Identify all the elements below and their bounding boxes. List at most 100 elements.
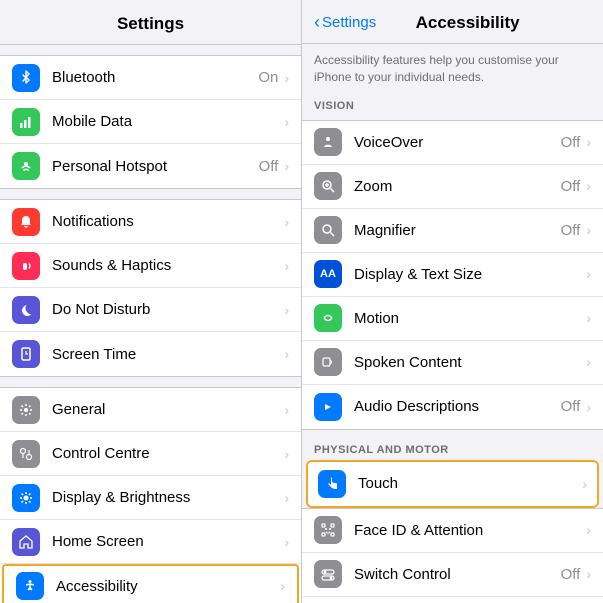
screen-time-label: Screen Time: [52, 346, 284, 363]
zoom-row[interactable]: Zoom Off ›: [302, 165, 603, 209]
right-panel-title: Accessibility: [384, 13, 551, 33]
screen-time-icon: [12, 340, 40, 368]
mobile-data-label: Mobile Data: [52, 113, 284, 130]
audio-descriptions-row[interactable]: Audio Descriptions Off ›: [302, 385, 603, 429]
voiceover-value: Off: [561, 134, 581, 151]
screen-time-row[interactable]: Screen Time ›: [0, 332, 301, 376]
do-not-disturb-icon: [12, 296, 40, 324]
accessibility-row[interactable]: Accessibility ›: [2, 564, 299, 603]
motion-row[interactable]: Motion ›: [302, 297, 603, 341]
display-text-size-icon: AA: [314, 260, 342, 288]
sounds-haptics-row[interactable]: Sounds & Haptics ›: [0, 244, 301, 288]
notifications-label: Notifications: [52, 213, 284, 230]
vision-group: VoiceOver Off › Zoom Off ›: [302, 120, 603, 430]
notifications-group: Notifications › Sounds & Haptics › Do No…: [0, 199, 301, 377]
touch-icon: [318, 470, 346, 498]
mobile-data-row[interactable]: Mobile Data ›: [0, 100, 301, 144]
sounds-haptics-icon: [12, 252, 40, 280]
switch-control-chevron: ›: [586, 566, 591, 582]
back-chevron-icon: ‹: [314, 12, 320, 33]
audio-descriptions-value: Off: [561, 398, 581, 415]
magnifier-row[interactable]: Magnifier Off ›: [302, 209, 603, 253]
sounds-haptics-label: Sounds & Haptics: [52, 257, 284, 274]
switch-control-label: Switch Control: [354, 566, 561, 583]
magnifier-label: Magnifier: [354, 222, 561, 239]
personal-hotspot-chevron: ›: [284, 158, 289, 174]
general-row[interactable]: General ›: [0, 388, 301, 432]
screen-time-chevron: ›: [284, 346, 289, 362]
general-chevron: ›: [284, 402, 289, 418]
connectivity-group: Bluetooth On › Mobile Data ›: [0, 55, 301, 189]
sounds-haptics-chevron: ›: [284, 258, 289, 274]
personal-hotspot-icon: [12, 152, 40, 180]
zoom-value: Off: [561, 178, 581, 195]
spoken-content-label: Spoken Content: [354, 354, 586, 371]
bluetooth-value: On: [258, 69, 278, 86]
voiceover-chevron: ›: [586, 134, 591, 150]
accessibility-label: Accessibility: [56, 578, 280, 595]
voiceover-label: VoiceOver: [354, 134, 561, 151]
accessibility-icon: [16, 572, 44, 600]
audio-descriptions-label: Audio Descriptions: [354, 398, 561, 415]
control-centre-row[interactable]: Control Centre ›: [0, 432, 301, 476]
personal-hotspot-value: Off: [259, 158, 279, 175]
notifications-row[interactable]: Notifications ›: [0, 200, 301, 244]
display-brightness-row[interactable]: Display & Brightness ›: [0, 476, 301, 520]
accessibility-description: Accessibility features help you customis…: [302, 44, 603, 94]
do-not-disturb-row[interactable]: Do Not Disturb ›: [0, 288, 301, 332]
face-id-attention-icon: [314, 516, 342, 544]
do-not-disturb-chevron: ›: [284, 302, 289, 318]
left-panel: Settings Bluetooth On › Mobile Data ›: [0, 0, 302, 603]
switch-control-value: Off: [561, 566, 581, 583]
right-header: ‹ Settings Accessibility: [302, 0, 603, 44]
display-brightness-chevron: ›: [284, 490, 289, 506]
spoken-content-chevron: ›: [586, 354, 591, 370]
home-screen-row[interactable]: Home Screen ›: [0, 520, 301, 564]
do-not-disturb-label: Do Not Disturb: [52, 301, 284, 318]
home-screen-chevron: ›: [284, 534, 289, 550]
touch-row-wrapper: Touch ›: [306, 460, 599, 508]
voiceover-icon: [314, 128, 342, 156]
face-id-attention-label: Face ID & Attention: [354, 522, 586, 539]
physical-motor-section: PHYSICAL AND MOTOR Touch ›: [302, 438, 603, 603]
personal-hotspot-row[interactable]: Personal Hotspot Off ›: [0, 144, 301, 188]
zoom-chevron: ›: [586, 178, 591, 194]
motion-label: Motion: [354, 310, 586, 327]
control-centre-chevron: ›: [284, 446, 289, 462]
zoom-icon: [314, 172, 342, 200]
bluetooth-icon: [12, 64, 40, 92]
voice-control-row[interactable]: Voice Control Off ›: [302, 597, 603, 603]
switch-control-row[interactable]: Switch Control Off ›: [302, 553, 603, 597]
back-button[interactable]: ‹ Settings: [314, 12, 376, 33]
physical-motor-header: PHYSICAL AND MOTOR: [302, 438, 603, 460]
spoken-content-row[interactable]: Spoken Content ›: [302, 341, 603, 385]
mobile-data-chevron: ›: [284, 114, 289, 130]
display-brightness-icon: [12, 484, 40, 512]
mobile-data-icon: [12, 108, 40, 136]
general-group: General › Control Centre ›: [0, 387, 301, 603]
magnifier-value: Off: [561, 222, 581, 239]
spoken-content-icon: [314, 348, 342, 376]
bluetooth-label: Bluetooth: [52, 69, 258, 86]
audio-descriptions-icon: [314, 393, 342, 421]
face-id-attention-chevron: ›: [586, 522, 591, 538]
bluetooth-row[interactable]: Bluetooth On ›: [0, 56, 301, 100]
touch-chevron: ›: [582, 476, 587, 492]
touch-row[interactable]: Touch ›: [308, 462, 597, 506]
display-brightness-label: Display & Brightness: [52, 489, 284, 506]
left-panel-header: Settings: [0, 0, 301, 45]
face-id-attention-row[interactable]: Face ID & Attention ›: [302, 509, 603, 553]
display-text-size-row[interactable]: AA Display & Text Size ›: [302, 253, 603, 297]
home-screen-label: Home Screen: [52, 533, 284, 550]
control-centre-label: Control Centre: [52, 445, 284, 462]
voiceover-row[interactable]: VoiceOver Off ›: [302, 121, 603, 165]
general-label: General: [52, 401, 284, 418]
switch-control-icon: [314, 560, 342, 588]
back-label: Settings: [322, 14, 376, 31]
zoom-label: Zoom: [354, 178, 561, 195]
bluetooth-chevron: ›: [284, 70, 289, 86]
home-screen-icon: [12, 528, 40, 556]
notifications-chevron: ›: [284, 214, 289, 230]
personal-hotspot-label: Personal Hotspot: [52, 158, 259, 175]
motion-chevron: ›: [586, 310, 591, 326]
